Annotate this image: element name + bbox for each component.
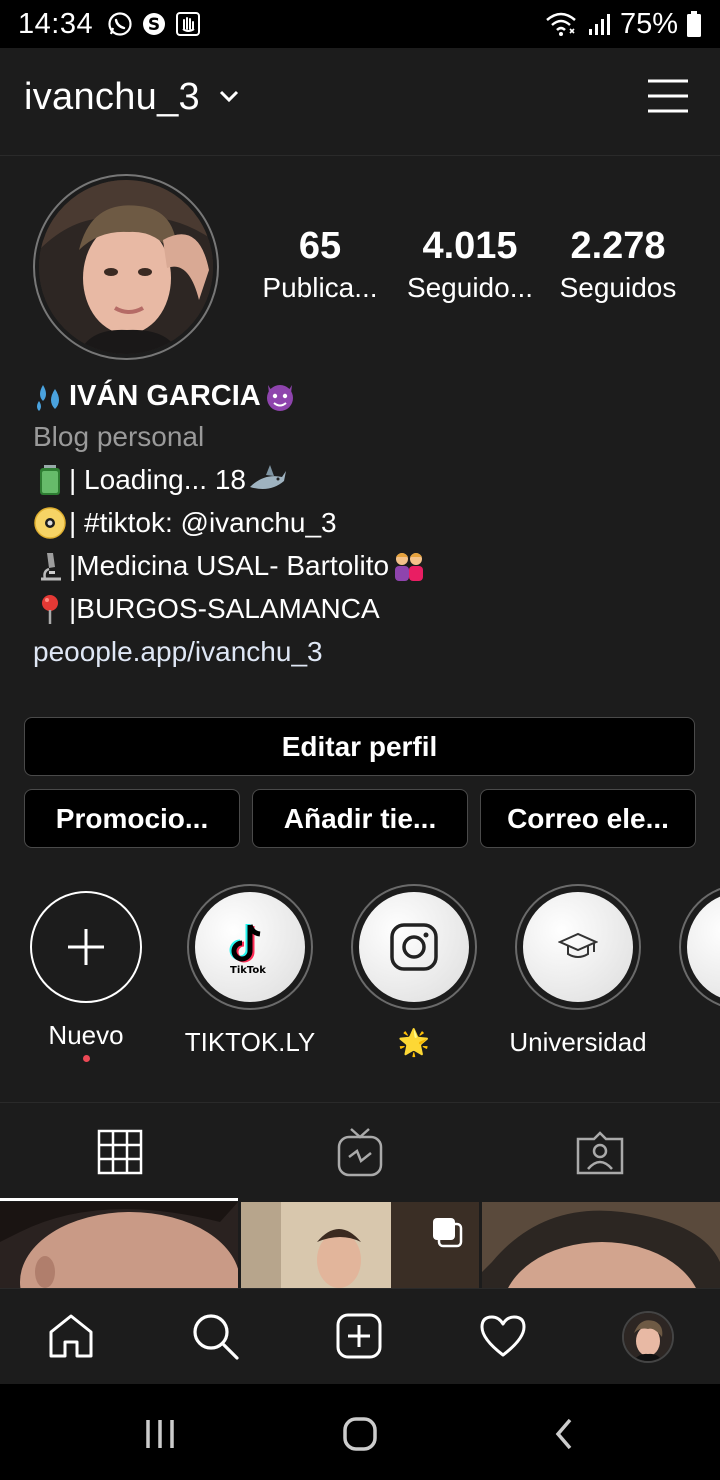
back-button[interactable] <box>544 1414 584 1454</box>
post-thumbnail[interactable] <box>482 1202 720 1288</box>
instagram-logo-icon <box>390 923 438 971</box>
highlight-label: TIKTOK.LY <box>184 1027 316 1057</box>
email-button[interactable]: Correo ele... <box>480 789 696 848</box>
battery-emoji-icon <box>33 463 67 497</box>
bio-line-1: | Loading... 18 <box>33 458 693 501</box>
highlight-label: S <box>672 1026 720 1058</box>
bio-website-link[interactable]: peoople.app/ivanchu_3 <box>33 630 693 673</box>
bio-line-4: |BURGOS-SALAMANCA <box>33 587 693 630</box>
nav-search[interactable] <box>190 1311 240 1361</box>
highlight-cover <box>523 892 633 1002</box>
dvd-emoji-icon <box>33 506 67 540</box>
search-icon <box>193 1314 239 1360</box>
bio-line-2: | #tiktok: @ivanchu_3 <box>33 501 693 544</box>
tab-igtv[interactable] <box>240 1103 480 1201</box>
profile-stats: 65 Publica... 4.015 Seguido... 2.278 Seg… <box>250 224 700 314</box>
post-thumbnail[interactable] <box>0 1202 238 1288</box>
following-count[interactable]: 2.278 Seguidos <box>548 224 688 308</box>
battery-icon <box>686 11 702 37</box>
new-highlight-ring <box>30 891 142 1003</box>
recent-apps-button[interactable] <box>140 1414 180 1454</box>
skype-icon: S <box>141 11 167 37</box>
nav-activity[interactable] <box>478 1311 528 1361</box>
hamburger-menu-icon[interactable] <box>646 78 690 114</box>
droplets-emoji-icon <box>33 379 67 413</box>
graduation-cap-icon <box>558 932 598 958</box>
profile-avatar-small <box>624 1313 672 1361</box>
display-name: IVÁN GARCIA <box>33 376 693 416</box>
nav-profile[interactable] <box>622 1311 674 1363</box>
wifi-icon <box>544 11 578 37</box>
profile-avatar-ring[interactable] <box>33 174 219 360</box>
tab-posts-grid[interactable] <box>0 1103 240 1201</box>
post-thumbnail-carousel[interactable] <box>241 1202 479 1288</box>
signal-icon <box>586 11 612 37</box>
new-indicator-dot <box>82 1055 90 1062</box>
highlight-label: Universidad <box>509 1027 647 1057</box>
bio-line-3: |Medicina USAL- Bartolito <box>33 544 693 587</box>
followers-count[interactable]: 4.015 Seguido... <box>400 224 540 308</box>
carousel-icon <box>431 1216 465 1255</box>
highlight-cover <box>687 892 720 1002</box>
system-navigation-bar <box>0 1384 720 1480</box>
home-button[interactable] <box>340 1414 380 1454</box>
battery-percent: 75% <box>619 7 678 40</box>
devil-emoji-icon <box>263 379 297 413</box>
highlight-cover: TikTok <box>195 892 305 1002</box>
recent-apps-icon <box>146 1420 174 1448</box>
highlight-label: 🌟 <box>397 1027 431 1057</box>
new-post-icon <box>336 1313 382 1359</box>
nav-new-post[interactable] <box>334 1311 384 1361</box>
plus-icon <box>68 929 104 965</box>
nav-home[interactable] <box>46 1311 96 1361</box>
profile-content-tabs <box>0 1102 720 1201</box>
highlight-star[interactable]: 🌟 <box>344 884 484 1058</box>
home-outline-icon <box>343 1417 377 1451</box>
microscope-emoji-icon <box>33 549 67 583</box>
tab-tagged[interactable] <box>480 1103 720 1201</box>
whatsapp-icon <box>107 11 133 37</box>
highlight-cover <box>359 892 469 1002</box>
shark-emoji-icon <box>248 463 286 497</box>
home-icon <box>49 1314 93 1358</box>
account-switcher-username[interactable]: ivanchu_3 <box>24 76 200 119</box>
tagged-icon <box>576 1131 624 1175</box>
highlight-university[interactable]: Universidad <box>508 884 648 1058</box>
activity-heart-icon <box>480 1315 526 1357</box>
bottom-navigation <box>0 1288 720 1384</box>
svg-text:TikTok: TikTok <box>230 965 266 976</box>
profile-category: Blog personal <box>33 421 205 452</box>
profile-header: ivanchu_3 <box>0 48 720 156</box>
promotions-button[interactable]: Promocio... <box>24 789 240 848</box>
highlight-label: Nuevo <box>48 1020 124 1050</box>
grid-icon <box>97 1129 143 1175</box>
profile-bio: IVÁN GARCIA Blog personal | Loading... 1… <box>33 376 693 673</box>
profile-screen: ivanchu_3 65 Publica... 4.015 Seguido...… <box>0 48 720 1384</box>
add-store-button[interactable]: Añadir tie... <box>252 789 468 848</box>
couple-emoji-icon <box>391 549 425 583</box>
igtv-icon <box>337 1128 383 1177</box>
status-bar: 14:34 S 75% <box>0 0 720 48</box>
highlight-new[interactable]: Nuevo <box>16 884 156 1062</box>
tiktok-logo-icon: TikTok <box>229 924 266 976</box>
back-chevron-icon <box>555 1418 572 1450</box>
edit-profile-button[interactable]: Editar perfil <box>24 717 695 776</box>
highlight-partial[interactable]: S <box>672 884 720 1058</box>
hand-icon <box>175 11 201 37</box>
posts-grid <box>0 1200 720 1288</box>
profile-avatar <box>39 180 213 354</box>
highlight-tiktok[interactable]: TikTok TIKTOK.LY <box>180 884 320 1058</box>
svg-text:S: S <box>148 15 160 35</box>
status-time: 14:34 <box>18 7 94 40</box>
story-highlights: Nuevo TikTok TIKTOK.LY 🌟 Universidad <box>0 884 720 1074</box>
chevron-down-icon[interactable] <box>218 88 240 109</box>
pin-emoji-icon <box>33 592 67 626</box>
posts-count[interactable]: 65 Publica... <box>250 224 390 308</box>
